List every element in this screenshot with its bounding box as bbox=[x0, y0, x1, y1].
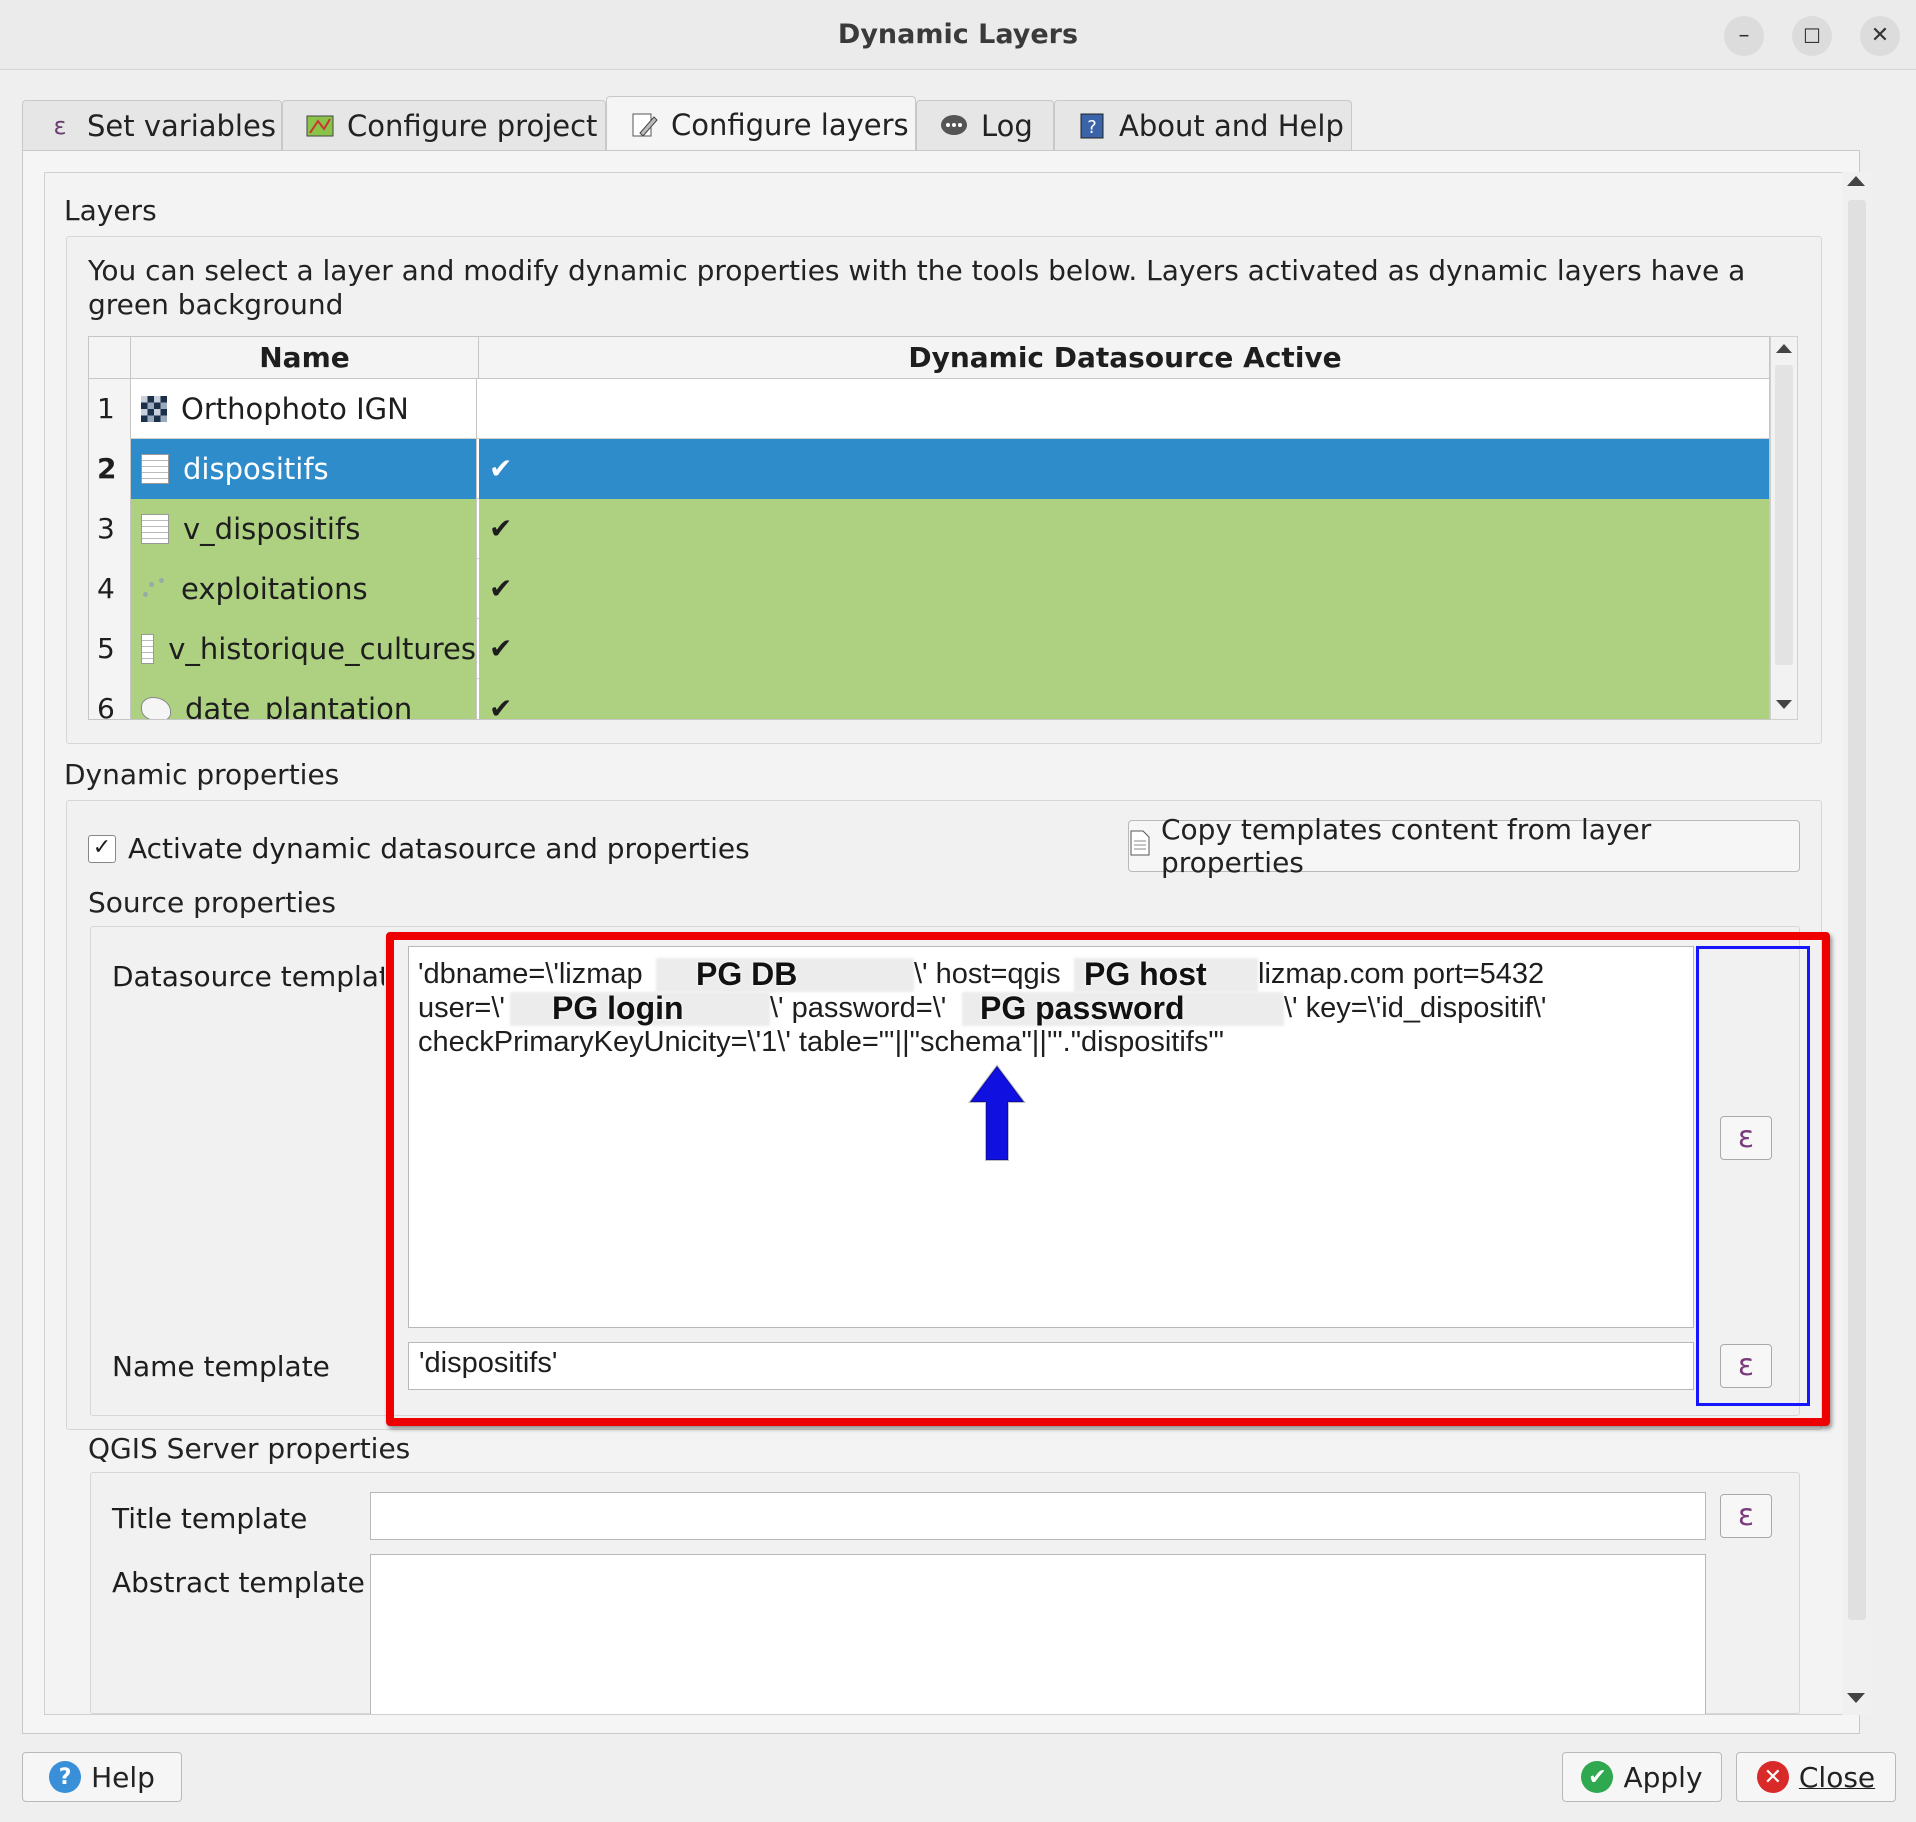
dynamic-active-cell[interactable]: ✔ bbox=[479, 439, 1769, 499]
chat-icon bbox=[939, 111, 969, 141]
abstract-template-textarea[interactable] bbox=[370, 1554, 1706, 1714]
column-header-name[interactable]: Name bbox=[131, 337, 479, 379]
close-label: Close bbox=[1798, 1760, 1876, 1794]
source-properties-title: Source properties bbox=[88, 886, 336, 919]
table-scroll-up-icon[interactable] bbox=[1776, 344, 1792, 353]
table-row[interactable]: 4 exploitations ✔ bbox=[89, 559, 1769, 619]
close-button[interactable]: ✕ Close bbox=[1736, 1752, 1896, 1802]
table-scrollbar-thumb[interactable] bbox=[1775, 365, 1793, 665]
copy-button-label: Copy templates content from layer proper… bbox=[1161, 813, 1652, 879]
edit-layer-icon bbox=[629, 110, 659, 140]
apply-button[interactable]: ✔ Apply bbox=[1562, 1752, 1722, 1802]
layer-name: date_plantation bbox=[185, 692, 413, 720]
tab-label: About and Help bbox=[1119, 108, 1344, 143]
row-number: 3 bbox=[89, 499, 131, 559]
tab-label: Set variables bbox=[87, 108, 276, 143]
server-properties-title: QGIS Server properties bbox=[88, 1432, 411, 1465]
layer-name: Orthophoto IGN bbox=[181, 392, 409, 426]
table-scrollbar[interactable] bbox=[1770, 336, 1798, 720]
tab-configure-layers[interactable]: Configure layers bbox=[606, 96, 916, 152]
layers-section-title: Layers bbox=[64, 194, 157, 227]
vertical-scrollbar[interactable] bbox=[1842, 172, 1872, 1715]
polygon-layer-icon bbox=[141, 697, 171, 719]
dynamic-active-cell[interactable] bbox=[479, 379, 1769, 439]
table-row[interactable]: 3 v_dispositifs ✔ bbox=[89, 499, 1769, 559]
help-icon: ? bbox=[49, 1761, 82, 1793]
apply-label: Apply bbox=[1623, 1760, 1703, 1794]
row-number: 6 bbox=[89, 679, 131, 719]
table-layer-icon bbox=[141, 454, 169, 484]
datasource-template-label: Datasource template bbox=[112, 960, 384, 993]
close-window-button[interactable]: ✕ bbox=[1860, 16, 1900, 56]
corner-header bbox=[89, 337, 131, 379]
dynamic-active-cell[interactable]: ✔ bbox=[479, 619, 1769, 679]
activate-checkbox[interactable]: ✓ bbox=[88, 834, 116, 863]
epsilon-icon: ε bbox=[53, 111, 67, 140]
dynamic-active-cell[interactable]: ✔ bbox=[479, 679, 1769, 719]
layer-name-cell[interactable]: v_historique_cultures bbox=[131, 619, 477, 679]
layer-name-cell[interactable]: date_plantation bbox=[131, 679, 477, 720]
row-number: 1 bbox=[89, 379, 131, 439]
layers-info-text: You can select a layer and modify dynami… bbox=[88, 254, 1746, 321]
check-icon: ✔ bbox=[1581, 1761, 1614, 1793]
close-x-icon: ✕ bbox=[1756, 1761, 1789, 1793]
name-template-label: Name template bbox=[112, 1350, 330, 1383]
layers-table: Name Dynamic Datasource Active 1 Orthoph… bbox=[88, 336, 1770, 720]
dynamic-active-cell[interactable]: ✔ bbox=[479, 559, 1769, 619]
scroll-up-arrow-icon[interactable] bbox=[1847, 176, 1865, 186]
document-icon bbox=[1129, 829, 1151, 864]
title-template-input[interactable] bbox=[370, 1492, 1706, 1540]
table-scroll-down-icon[interactable] bbox=[1776, 700, 1792, 709]
table-layer-icon bbox=[141, 514, 169, 544]
layer-name-cell[interactable]: Orthophoto IGN bbox=[131, 379, 477, 439]
tab-configure-project[interactable]: Configure project bbox=[282, 100, 606, 150]
activate-dynamic-checkbox-row[interactable]: ✓ Activate dynamic datasource and proper… bbox=[88, 832, 750, 865]
table-row[interactable]: 2 dispositifs ✔ bbox=[89, 439, 1769, 499]
layer-name-cell[interactable]: v_dispositifs bbox=[131, 499, 477, 559]
abstract-template-label: Abstract template bbox=[112, 1566, 365, 1599]
point-layer-icon bbox=[141, 576, 167, 602]
map-icon bbox=[305, 111, 335, 141]
tab-label: Configure layers bbox=[671, 107, 909, 142]
layer-name: exploitations bbox=[181, 572, 368, 606]
annotation-blue-frame bbox=[1696, 946, 1810, 1406]
activate-label: Activate dynamic datasource and properti… bbox=[128, 832, 750, 865]
scroll-down-arrow-icon[interactable] bbox=[1847, 1693, 1865, 1703]
help-button[interactable]: ? Help bbox=[22, 1752, 182, 1802]
layer-name-cell[interactable]: exploitations bbox=[131, 559, 477, 619]
dynamic-section-title: Dynamic properties bbox=[64, 758, 340, 791]
scrollbar-thumb[interactable] bbox=[1848, 200, 1866, 1620]
tab-set-variables[interactable]: ε Set variables bbox=[22, 100, 282, 150]
svg-text:?: ? bbox=[1087, 117, 1097, 138]
layer-name: v_historique_cultures bbox=[168, 632, 476, 666]
maximize-button[interactable]: ☐ bbox=[1792, 16, 1832, 56]
table-row[interactable]: 5 v_historique_cultures ✔ bbox=[89, 619, 1769, 679]
table-row[interactable]: 6 date_plantation ✔ bbox=[89, 679, 1769, 720]
tab-about-and-help[interactable]: ? About and Help bbox=[1054, 100, 1352, 150]
title-template-label: Title template bbox=[112, 1502, 308, 1535]
annotation-red-frame bbox=[386, 932, 1830, 1426]
minimize-button[interactable]: – bbox=[1724, 16, 1764, 56]
tab-log[interactable]: Log bbox=[916, 100, 1054, 150]
layer-name: v_dispositifs bbox=[183, 512, 361, 546]
table-layer-icon bbox=[141, 634, 155, 664]
row-number: 5 bbox=[89, 619, 131, 679]
row-number: 2 bbox=[89, 439, 131, 499]
tab-label: Configure project bbox=[347, 108, 598, 143]
tab-label: Log bbox=[981, 108, 1033, 143]
column-header-active[interactable]: Dynamic Datasource Active bbox=[479, 337, 1769, 379]
window-title: Dynamic Layers bbox=[837, 19, 1079, 50]
layer-name-cell[interactable]: dispositifs bbox=[131, 439, 477, 499]
help-book-icon: ? bbox=[1077, 111, 1107, 141]
title-expression-button[interactable]: ε bbox=[1720, 1494, 1772, 1538]
help-label: Help bbox=[91, 1760, 155, 1794]
dynamic-active-cell[interactable]: ✔ bbox=[479, 499, 1769, 559]
table-header: Name Dynamic Datasource Active bbox=[89, 337, 1769, 379]
layer-name: dispositifs bbox=[183, 452, 329, 486]
copy-templates-button[interactable]: Copy templates content from layer proper… bbox=[1128, 813, 1800, 879]
raster-layer-icon bbox=[141, 396, 167, 422]
table-row[interactable]: 1 Orthophoto IGN bbox=[89, 379, 1769, 439]
row-number: 4 bbox=[89, 559, 131, 619]
